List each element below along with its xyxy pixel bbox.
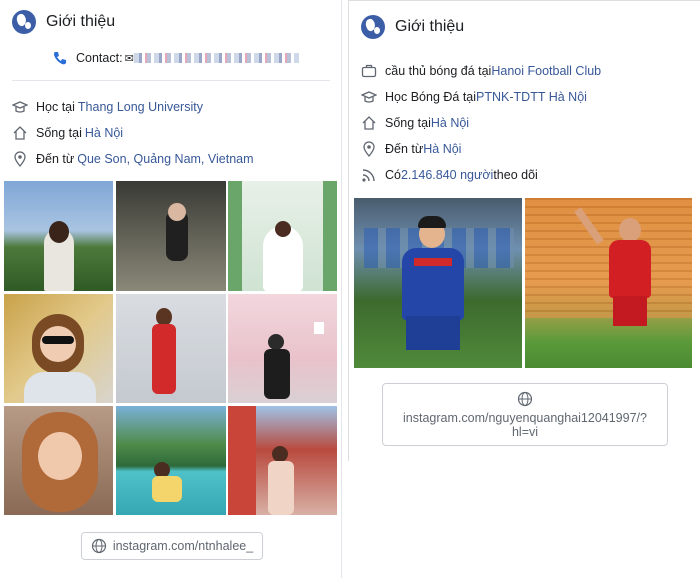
photo-5[interactable] bbox=[116, 294, 226, 403]
ptnk-tdtt-link[interactable]: PTNK-TDTT Hà Nội bbox=[476, 90, 587, 104]
photo-4[interactable] bbox=[4, 294, 113, 403]
left-intro-panel: Giới thiệu Contact: ✉ Học tại Thang Long… bbox=[0, 0, 342, 578]
home-icon bbox=[361, 115, 377, 131]
photo-2[interactable] bbox=[116, 181, 226, 291]
right-row-work: cầu thủ bóng đá tại Hanoi Football Club bbox=[361, 63, 601, 79]
right-row-followers-prefix: Có bbox=[385, 168, 401, 182]
right-website-line-2: hl=vi bbox=[511, 424, 539, 439]
globe-icon bbox=[12, 10, 36, 34]
photo-3[interactable] bbox=[228, 181, 337, 291]
right-row-study-prefix: Học Bóng Đá tại bbox=[385, 90, 477, 104]
left-row-study-prefix: Học tại bbox=[36, 100, 75, 114]
thang-long-university-link[interactable]: Thang Long University bbox=[78, 100, 203, 114]
left-row-from: Đến từ Que Son, Quảng Nam, Vietnam bbox=[12, 151, 254, 168]
location-pin-icon bbox=[361, 141, 377, 158]
ha-noi-link[interactable]: Hà Nội bbox=[85, 126, 123, 140]
right-intro-header: Giới thiệu bbox=[361, 15, 464, 39]
left-row-lives: Sống tại Hà Nội bbox=[12, 125, 123, 141]
right-ha-noi-link[interactable]: Hà Nội bbox=[431, 116, 469, 130]
globe-outline-icon bbox=[517, 391, 533, 407]
briefcase-icon bbox=[361, 63, 377, 79]
hanoi-football-club-link[interactable]: Hanoi Football Club bbox=[491, 64, 601, 78]
left-intro-header: Giới thiệu bbox=[12, 10, 115, 34]
location-pin-icon bbox=[12, 151, 28, 168]
right-website-button[interactable]: instagram.com/nguyenquanghai12041997/? h… bbox=[382, 383, 668, 446]
right-intro-title: Giới thiệu bbox=[395, 18, 465, 35]
right-row-study: Học Bóng Đá tại PTNK-TDTT Hà Nội bbox=[360, 89, 587, 105]
left-row-from-prefix: Đến từ bbox=[36, 152, 75, 166]
globe-outline-icon bbox=[91, 538, 107, 554]
right-row-lives: Sống tại Hà Nội bbox=[361, 115, 469, 131]
graduation-cap-icon bbox=[11, 99, 29, 115]
right-row-followers-suffix: theo dõi bbox=[493, 168, 538, 182]
que-son-link[interactable]: Que Son, Quảng Nam, Vietnam bbox=[77, 152, 253, 166]
photo-8[interactable] bbox=[116, 406, 226, 515]
globe-icon bbox=[361, 15, 385, 39]
envelope-icon: ✉ bbox=[124, 52, 134, 65]
photo-9[interactable] bbox=[228, 406, 337, 515]
home-icon bbox=[12, 125, 28, 141]
left-website-button[interactable]: instagram.com/ntnhalee_ bbox=[81, 532, 263, 560]
left-row-study: Học tại Thang Long University bbox=[11, 99, 203, 115]
left-website-text: instagram.com/ntnhalee_ bbox=[112, 539, 254, 553]
followers-count-link[interactable]: 2.146.840 người bbox=[401, 168, 493, 182]
player-photo-1[interactable] bbox=[354, 198, 522, 368]
graduation-cap-icon bbox=[360, 89, 378, 105]
right-row-from: Đến từ Hà Nội bbox=[361, 141, 461, 158]
left-divider bbox=[12, 80, 330, 81]
right-row-followers: Có 2.146.840 người theo dõi bbox=[361, 167, 538, 183]
left-row-lives-prefix: Sống tại bbox=[36, 126, 82, 140]
right-website-line-1: instagram.com/nguyenquanghai12041997/? bbox=[403, 410, 647, 425]
right-from-ha-noi-link[interactable]: Hà Nội bbox=[423, 142, 461, 156]
right-row-work-prefix: cầu thủ bóng đá tại bbox=[385, 64, 492, 78]
obscured-contact-value bbox=[133, 53, 299, 63]
photo-6[interactable] bbox=[228, 294, 337, 403]
right-row-lives-prefix: Sống tại bbox=[385, 116, 431, 130]
contact-label: Contact: bbox=[76, 51, 123, 65]
left-intro-title: Giới thiệu bbox=[46, 13, 116, 30]
player-photo-2[interactable] bbox=[525, 198, 692, 368]
rss-followers-icon bbox=[361, 167, 377, 183]
photo-1[interactable] bbox=[4, 181, 113, 291]
right-row-from-prefix: Đến từ bbox=[385, 142, 424, 156]
photo-7[interactable] bbox=[4, 406, 113, 515]
contact-line: Contact: ✉ bbox=[52, 50, 299, 66]
right-intro-panel: Giới thiệu cầu thủ bóng đá tại Hanoi Foo… bbox=[348, 0, 700, 461]
phone-icon bbox=[52, 50, 68, 66]
